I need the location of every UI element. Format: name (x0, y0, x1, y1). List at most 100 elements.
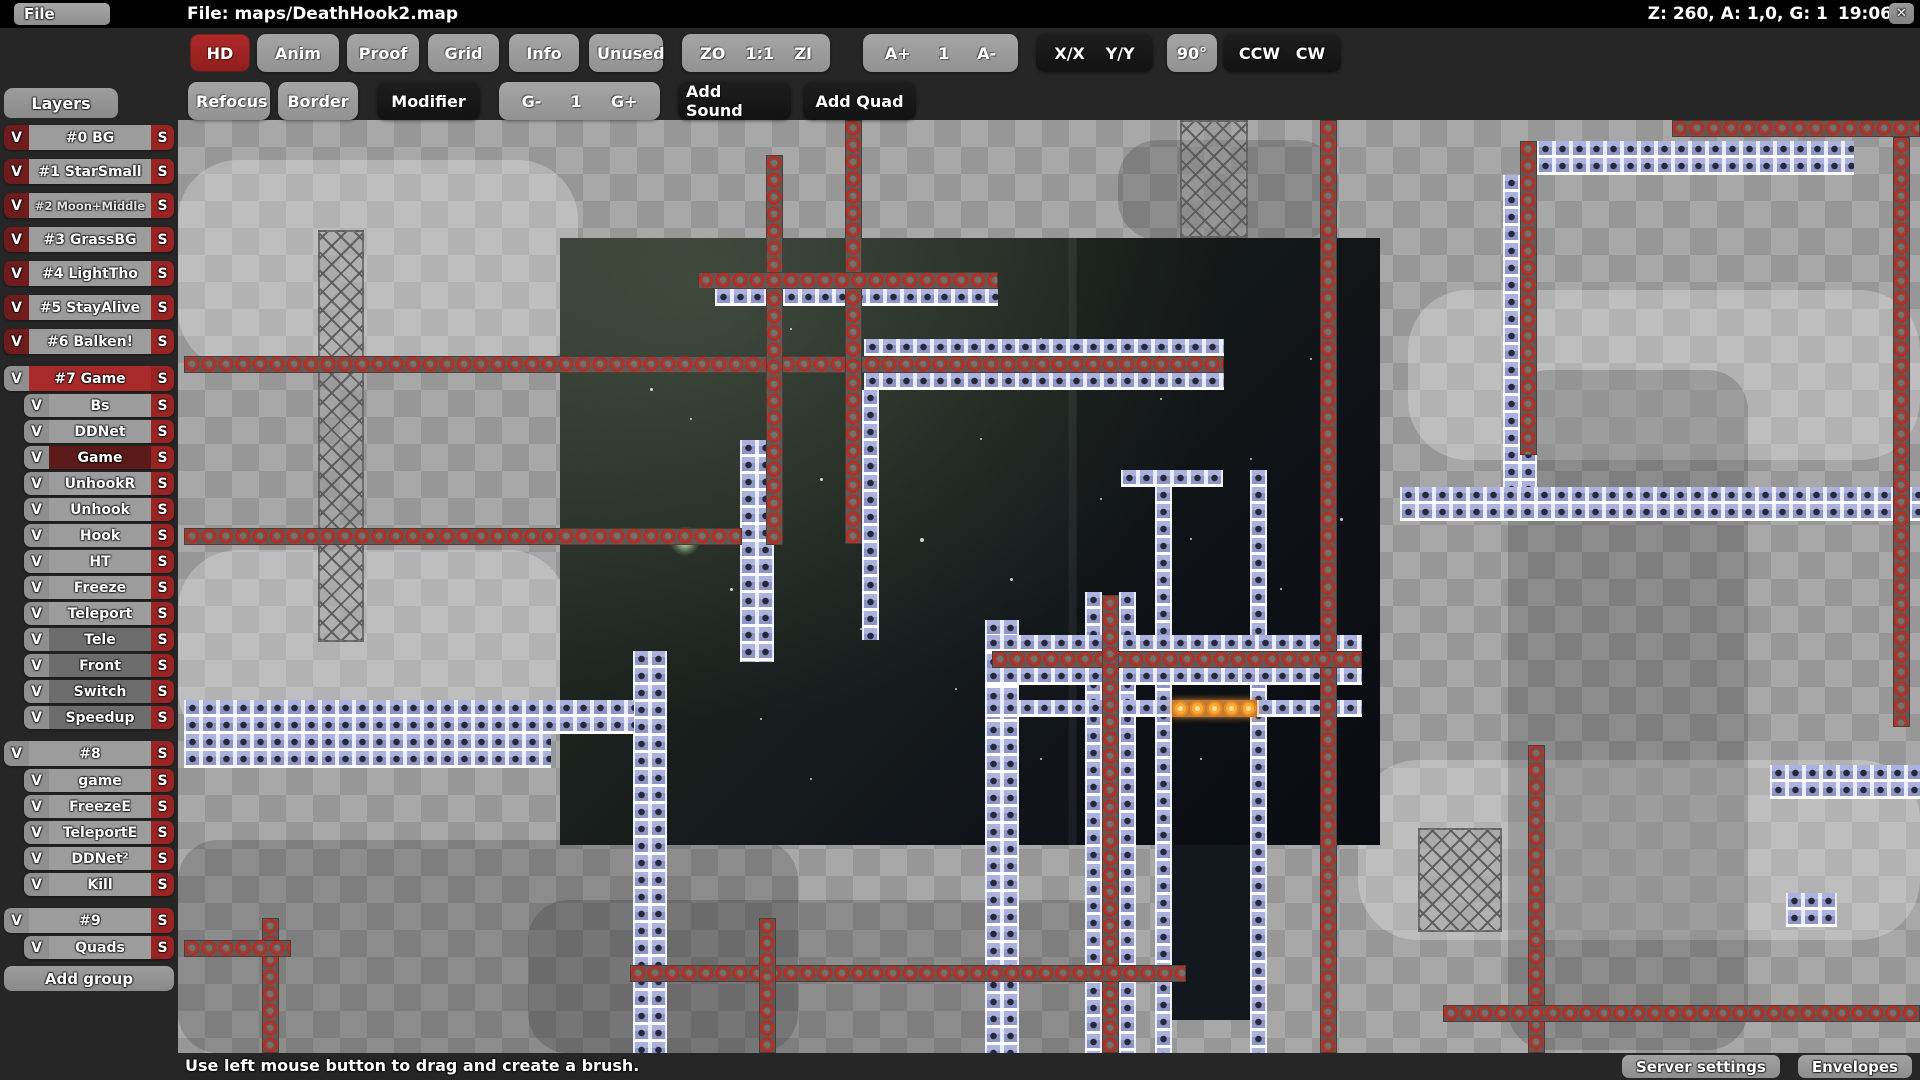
layer-group-row[interactable]: V#3 GrassBGS (4, 227, 174, 252)
layer-row[interactable]: VTeleportES (24, 821, 174, 844)
visibility-toggle-button[interactable]: V (24, 821, 49, 844)
animation-speed-group-label[interactable]: 1 (938, 44, 949, 63)
layer-row[interactable]: VQuadsS (24, 936, 174, 959)
visibility-toggle-button[interactable]: V (24, 936, 49, 959)
layer-group-row[interactable]: V#5 StayAliveS (4, 295, 174, 320)
s-button[interactable]: S (151, 159, 174, 184)
s-button[interactable]: S (151, 472, 174, 495)
layer-name[interactable]: Front (49, 654, 151, 677)
layer-name[interactable]: DDNet² (49, 847, 151, 870)
zoom-group[interactable]: ZO1:1ZI (682, 34, 830, 72)
s-button[interactable]: S (151, 821, 174, 844)
layer-row[interactable]: VFreezeES (24, 795, 174, 818)
grid-size-group-label[interactable]: 1 (571, 92, 582, 111)
visibility-toggle-button[interactable]: V (4, 193, 29, 218)
layer-row[interactable]: VUnhookS (24, 498, 174, 521)
layer-row[interactable]: VGameS (24, 446, 174, 469)
s-button[interactable]: S (151, 261, 174, 286)
unused-toggle[interactable]: Unused (589, 34, 663, 72)
layer-row[interactable]: VHTS (24, 550, 174, 573)
group-name[interactable]: #9 (29, 908, 151, 933)
layer-name[interactable]: Freeze (49, 576, 151, 599)
envelopes-button[interactable]: Envelopes (1798, 1055, 1912, 1078)
flip-group-label[interactable]: X/X (1054, 44, 1085, 63)
group-name[interactable]: #5 StayAlive (29, 295, 151, 320)
proof-toggle[interactable]: Proof (347, 34, 419, 72)
refocus-button[interactable]: Refocus (188, 82, 270, 120)
s-button[interactable]: S (151, 366, 174, 391)
add-quad-button[interactable]: Add Quad (803, 82, 916, 120)
layer-group-row[interactable]: V#9S (4, 908, 174, 933)
layer-name[interactable]: Switch (49, 680, 151, 703)
s-button[interactable]: S (151, 125, 174, 150)
visibility-toggle-button[interactable]: V (4, 741, 29, 766)
visibility-toggle-button[interactable]: V (24, 628, 49, 651)
layer-row[interactable]: VKillS (24, 873, 174, 896)
layers-header-button[interactable]: Layers (4, 88, 118, 118)
close-icon[interactable]: ✕ (1889, 3, 1914, 24)
layer-name[interactable]: Teleport (49, 602, 151, 625)
visibility-toggle-button[interactable]: V (24, 420, 49, 443)
visibility-toggle-button[interactable]: V (24, 498, 49, 521)
visibility-toggle-button[interactable]: V (4, 125, 29, 150)
layer-row[interactable]: VFrontS (24, 654, 174, 677)
layer-name[interactable]: Kill (49, 873, 151, 896)
s-button[interactable]: S (151, 602, 174, 625)
animation-speed-group[interactable]: A+1A- (863, 34, 1018, 72)
layer-row[interactable]: VHookS (24, 524, 174, 547)
layer-row[interactable]: VSwitchS (24, 680, 174, 703)
layer-row[interactable]: VDDNetS (24, 420, 174, 443)
s-button[interactable]: S (151, 741, 174, 766)
layer-name[interactable]: Tele (49, 628, 151, 651)
layer-name[interactable]: Game (49, 446, 151, 469)
visibility-toggle-button[interactable]: V (4, 366, 29, 391)
layer-row[interactable]: VDDNet²S (24, 847, 174, 870)
layer-name[interactable]: game (49, 769, 151, 792)
s-button[interactable]: S (151, 524, 174, 547)
flip-group-label[interactable]: Y/Y (1106, 44, 1135, 63)
s-button[interactable]: S (151, 847, 174, 870)
modifier-button[interactable]: Modifier (377, 82, 480, 120)
grid-size-group-label[interactable]: G+ (611, 92, 638, 111)
visibility-toggle-button[interactable]: V (24, 706, 49, 729)
s-button[interactable]: S (151, 295, 174, 320)
layer-row[interactable]: VgameS (24, 769, 174, 792)
layer-row[interactable]: VUnhookRS (24, 472, 174, 495)
s-button[interactable]: S (151, 498, 174, 521)
group-name[interactable]: #8 (29, 741, 151, 766)
layer-group-row[interactable]: V#4 LightThoS (4, 261, 174, 286)
visibility-toggle-button[interactable]: V (24, 795, 49, 818)
file-menu-button[interactable]: File (14, 3, 110, 25)
group-name[interactable]: #6 Balken! (29, 329, 151, 354)
layer-name[interactable]: HT (49, 550, 151, 573)
layer-row[interactable]: VBsS (24, 394, 174, 417)
zoom-group-label[interactable]: ZI (794, 44, 812, 63)
hd-toggle[interactable]: HD (190, 34, 250, 72)
server-settings-button[interactable]: Server settings (1622, 1055, 1780, 1078)
border-button[interactable]: Border (278, 82, 358, 120)
rotate-group[interactable]: CCWCW (1223, 34, 1341, 72)
group-name[interactable]: #4 LightTho (29, 261, 151, 286)
group-name[interactable]: #1 StarSmall (29, 159, 151, 184)
layer-group-row[interactable]: V#2 Moon+MiddleS (4, 193, 174, 218)
layer-name[interactable]: Quads (49, 936, 151, 959)
layer-name[interactable]: FreezeE (49, 795, 151, 818)
layer-name[interactable]: TeleportE (49, 821, 151, 844)
visibility-toggle-button[interactable]: V (24, 602, 49, 625)
layer-group-row[interactable]: V#8S (4, 741, 174, 766)
visibility-toggle-button[interactable]: V (24, 769, 49, 792)
layer-name[interactable]: DDNet (49, 420, 151, 443)
visibility-toggle-button[interactable]: V (24, 394, 49, 417)
s-button[interactable]: S (151, 936, 174, 959)
s-button[interactable]: S (151, 329, 174, 354)
visibility-toggle-button[interactable]: V (24, 524, 49, 547)
layer-name[interactable]: Hook (49, 524, 151, 547)
s-button[interactable]: S (151, 628, 174, 651)
layer-row[interactable]: VTeleS (24, 628, 174, 651)
layer-row[interactable]: VTeleportS (24, 602, 174, 625)
group-name[interactable]: #3 GrassBG (29, 227, 151, 252)
anim-toggle[interactable]: Anim (257, 34, 339, 72)
s-button[interactable]: S (151, 908, 174, 933)
grid-size-group-label[interactable]: G- (522, 92, 542, 111)
s-button[interactable]: S (151, 550, 174, 573)
